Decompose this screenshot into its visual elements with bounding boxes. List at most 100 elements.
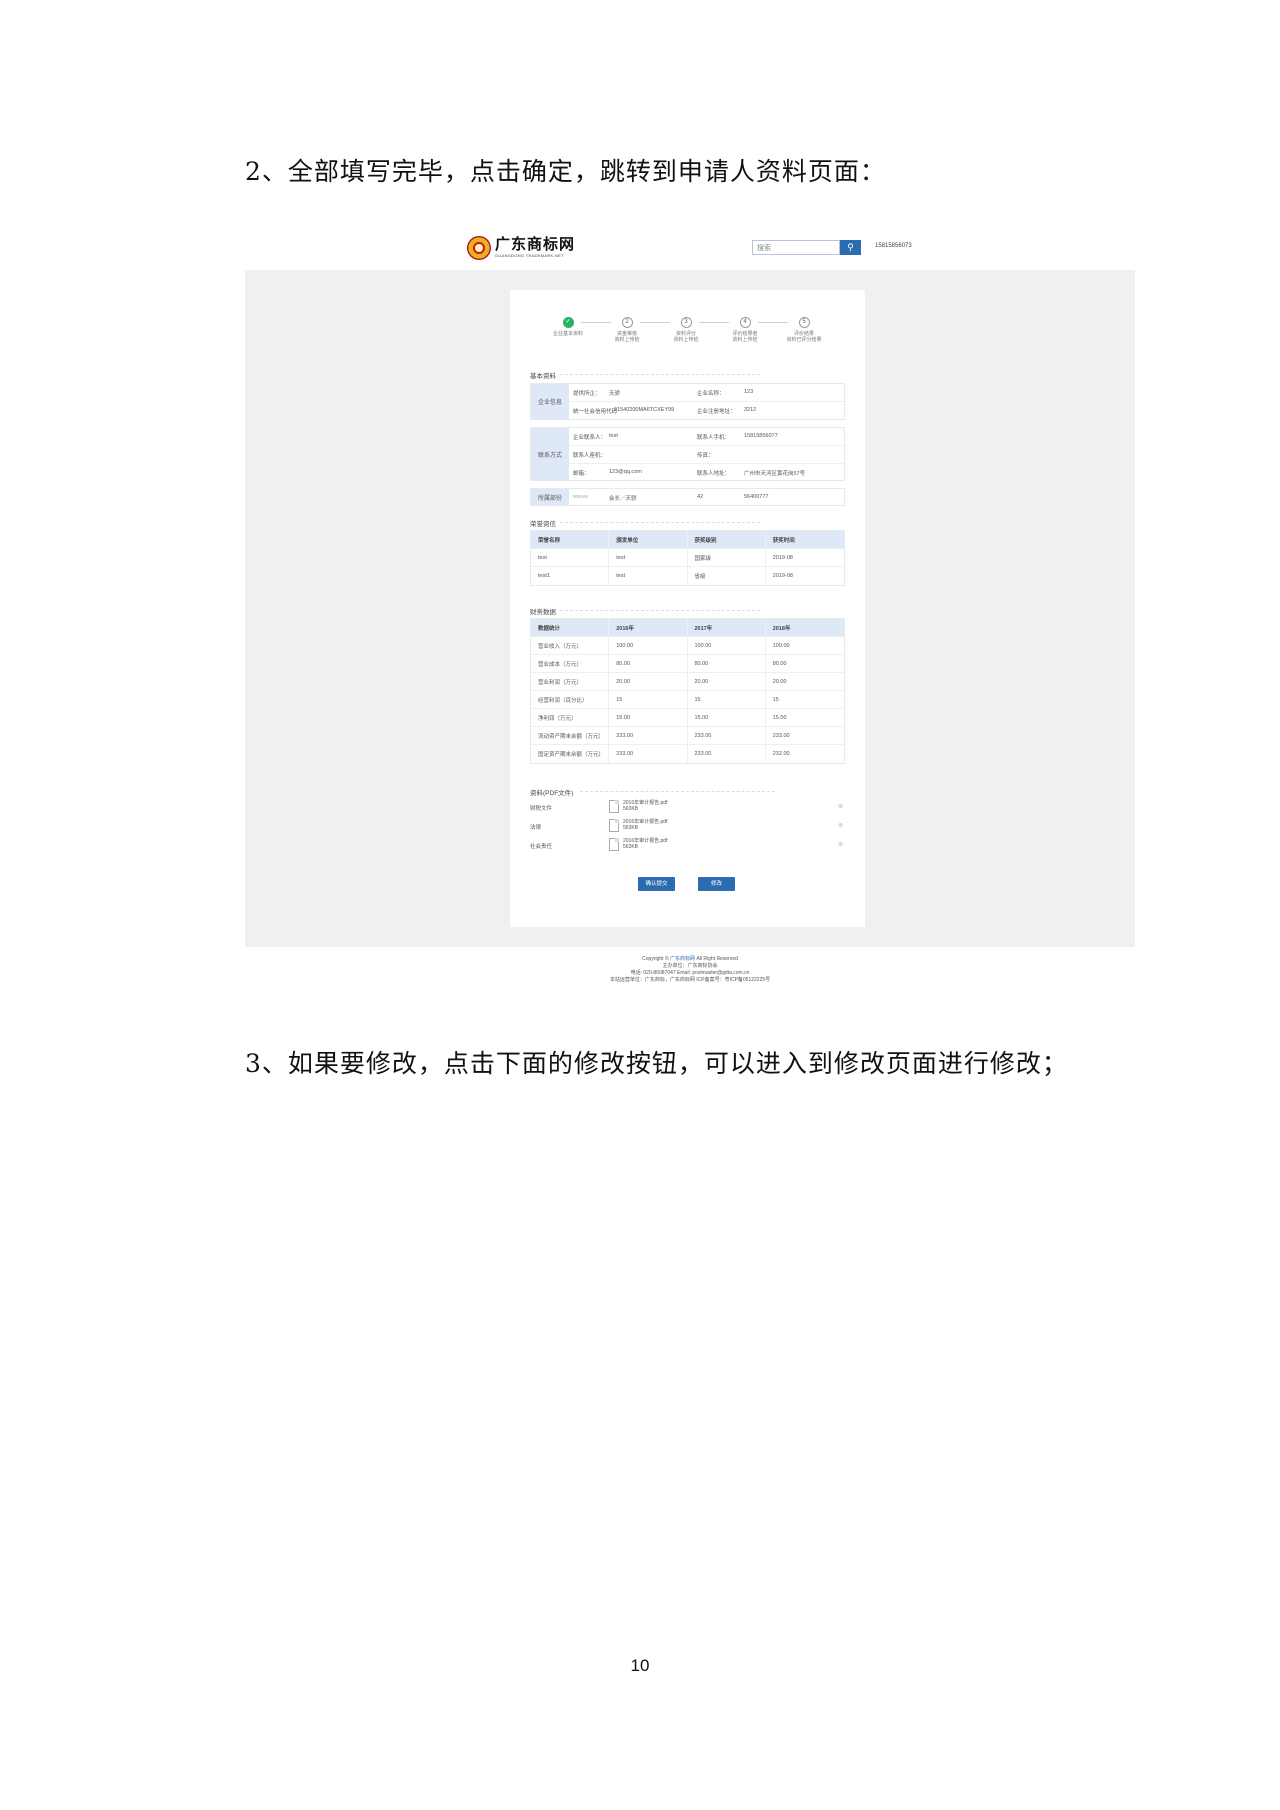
- table-cell: 流动资产期末余额（万元）: [531, 727, 610, 744]
- logo-emblem-icon: [467, 236, 491, 260]
- search-button[interactable]: ⚲: [840, 240, 861, 255]
- footer-contact: 电话: 020-86087047 Email: postmaster@gdta.…: [630, 970, 750, 976]
- table-cell: test1: [531, 567, 610, 585]
- finance-table: 数据统计 2016年 2017年 2018年 营业收入（万元） 100.00 1…: [530, 618, 845, 764]
- file-row: 社会责任 2016年审计报告.pdf 563KB ⊗: [530, 838, 845, 856]
- column-header: 数据统计: [531, 619, 610, 636]
- table-cell: 15.00: [609, 709, 688, 726]
- table-cell: 233.00: [609, 745, 688, 763]
- company-info-label: 企业信息: [531, 384, 569, 419]
- info-row: 企业联系人： test 联系人手机： 15815856077: [569, 428, 846, 446]
- table-cell: 100.00: [772, 642, 790, 649]
- step-sublabel: 资料上传检: [673, 337, 699, 343]
- column-header: 2018年: [772, 625, 791, 632]
- column-header: 获奖时间: [772, 537, 795, 544]
- table-cell: test: [609, 549, 688, 566]
- section-divider: [560, 522, 760, 523]
- file-link[interactable]: 2016年审计报告.pdf 563KB: [623, 819, 667, 831]
- table-cell: test: [531, 549, 610, 566]
- table-cell: 233.00: [609, 727, 688, 744]
- search-icon: ⚲: [847, 242, 854, 252]
- info-row: ww.ee 会长／天骄 42 56400777: [569, 489, 846, 507]
- info-row: 邮箱： 123@qq.com 联系人地址： 广州市天河区黄花岗57号: [569, 464, 846, 482]
- content-area: ✓ 企业基本资料 2 资金审核 资料上传检 3 资料评分 资料上传检 4 评价结…: [245, 270, 1135, 947]
- field-key: 传真：: [697, 453, 714, 459]
- table-cell: 233.00: [688, 727, 766, 744]
- field-key: 统一社会信用代码: [573, 409, 618, 415]
- field-key: 企业注册地址：: [697, 409, 736, 415]
- info-row: 提供所企： 天骄 企业名称： 123: [569, 384, 846, 402]
- step-number: 5: [798, 317, 810, 328]
- section-title-honor: 荣誉资信: [530, 521, 556, 528]
- honor-table: 荣誉名称 颁发单位 获奖级别 获奖时间 test test 国家级 2019-0…: [530, 530, 845, 586]
- table-cell: 100.00: [609, 637, 688, 654]
- table-cell: 营业利润（万元）: [531, 673, 610, 690]
- table-cell: 2019-08: [772, 573, 793, 579]
- copyright-line: Copyright © 广东商标网 All Right Reserved: [245, 956, 1135, 963]
- table-row: 净利润（万元） 15.00 15.00 15.00: [531, 709, 844, 727]
- section-title-finance: 财务数据: [530, 609, 556, 616]
- site-logo[interactable]: 广东商标网 GUANGDONG TRADEMARK.NET: [467, 236, 575, 260]
- column-header: 荣誉名称: [531, 531, 610, 548]
- step-sublabel: 资料已评分结果: [786, 337, 822, 343]
- table-cell: 省级: [688, 567, 766, 585]
- field-key: ww.ee: [573, 494, 589, 500]
- pdf-file-icon: [609, 838, 619, 851]
- file-row: 法律 2016年审计报告.pdf 563KB ⊗: [530, 819, 845, 837]
- file-link[interactable]: 2016年审计报告.pdf 563KB: [623, 838, 667, 850]
- delete-icon[interactable]: ⊗: [838, 822, 843, 829]
- step-number: 2: [621, 317, 633, 328]
- modify-button[interactable]: 修改: [698, 877, 735, 891]
- delete-icon[interactable]: ⊗: [838, 841, 843, 848]
- step-2: 2 资金审核 资料上传检: [597, 317, 657, 343]
- user-phone[interactable]: 15815856073: [875, 243, 912, 249]
- field-key: 联系人手机：: [697, 435, 731, 441]
- field-value: 91540200MA6TCXEY99: [614, 407, 675, 413]
- column-header: 2016年: [609, 619, 688, 636]
- table-cell: 经营利润（百分比）: [531, 691, 610, 708]
- identity-info-label: 所属部份: [531, 489, 569, 505]
- company-info-block: 企业信息 提供所企： 天骄 企业名称： 123 统一社会信用代码 9154020…: [530, 383, 846, 420]
- table-row: 营业成本（万元） 80.00 80.00 80.00: [531, 655, 844, 673]
- instruction-step-3: 3、如果要修改，点击下面的修改按钮，可以进入到修改页面进行修改；: [245, 1049, 1068, 1078]
- logo-title: 广东商标网: [495, 236, 576, 253]
- footer-site-link[interactable]: 广东商标网: [670, 956, 695, 962]
- table-cell: 15: [772, 696, 779, 703]
- step-5: 5 评价结果 资料已评分结果: [774, 317, 834, 343]
- site-footer: Copyright © 广东商标网 All Right Reserved 主办单…: [245, 947, 1135, 1003]
- info-row: 联系人座机： 传真：: [569, 446, 846, 464]
- footer-organizer: 主办单位：广东商标协会: [662, 963, 718, 969]
- table-cell: 固定资产期末余额（万元）: [531, 745, 610, 763]
- section-divider: [560, 374, 760, 375]
- table-row: 经营利润（百分比） 15 15 15: [531, 691, 844, 709]
- field-value: 广州市天河区黄花岗57号: [744, 471, 806, 477]
- table-cell: 15.00: [772, 714, 787, 721]
- table-cell: 20.00: [688, 673, 766, 690]
- copyright-text: All Right Reserved: [696, 956, 738, 962]
- applicant-card: ✓ 企业基本资料 2 资金审核 资料上传检 3 资料评分 资料上传检 4 评价结…: [510, 290, 865, 927]
- column-header: 颁发单位: [609, 531, 688, 548]
- step-4: 4 评价结果者 资料上传检: [715, 317, 775, 343]
- instruction-step-2: 2、全部填写完毕，点击确定，跳转到申请人资料页面：: [245, 157, 886, 186]
- field-key: 联系人座机：: [573, 453, 607, 459]
- file-link[interactable]: 2016年审计报告.pdf 563KB: [623, 800, 667, 812]
- table-cell: 2019-08: [772, 554, 793, 561]
- confirm-submit-button[interactable]: 确认提交: [638, 877, 675, 891]
- step-label: 企业基本资料: [552, 331, 583, 337]
- table-cell: 80.00: [688, 655, 766, 672]
- search-input[interactable]: 搜索: [752, 240, 840, 255]
- field-value: 123@qq.com: [609, 469, 642, 475]
- delete-icon[interactable]: ⊗: [838, 803, 843, 810]
- step-number: 3: [680, 317, 692, 328]
- table-row: 营业利润（万元） 20.00 20.00 20.00: [531, 673, 844, 691]
- table-row: 固定资产期末余额（万元） 233.00 233.00 232.00: [531, 745, 844, 763]
- table-cell: 232.00: [772, 751, 790, 757]
- field-key: 邮箱：: [573, 471, 590, 477]
- section-divider: [580, 791, 775, 792]
- file-category: 法律: [530, 825, 542, 831]
- site-header: 广东商标网 GUANGDONG TRADEMARK.NET 搜索 ⚲ 15815…: [245, 233, 1135, 270]
- step-3: 3 资料评分 资料上传检: [656, 317, 716, 343]
- table-row: 营业收入（万元） 100.00 100.00 100.00: [531, 637, 844, 655]
- table-cell: 营业收入（万元）: [531, 637, 610, 654]
- table-cell: 国家级: [688, 549, 766, 566]
